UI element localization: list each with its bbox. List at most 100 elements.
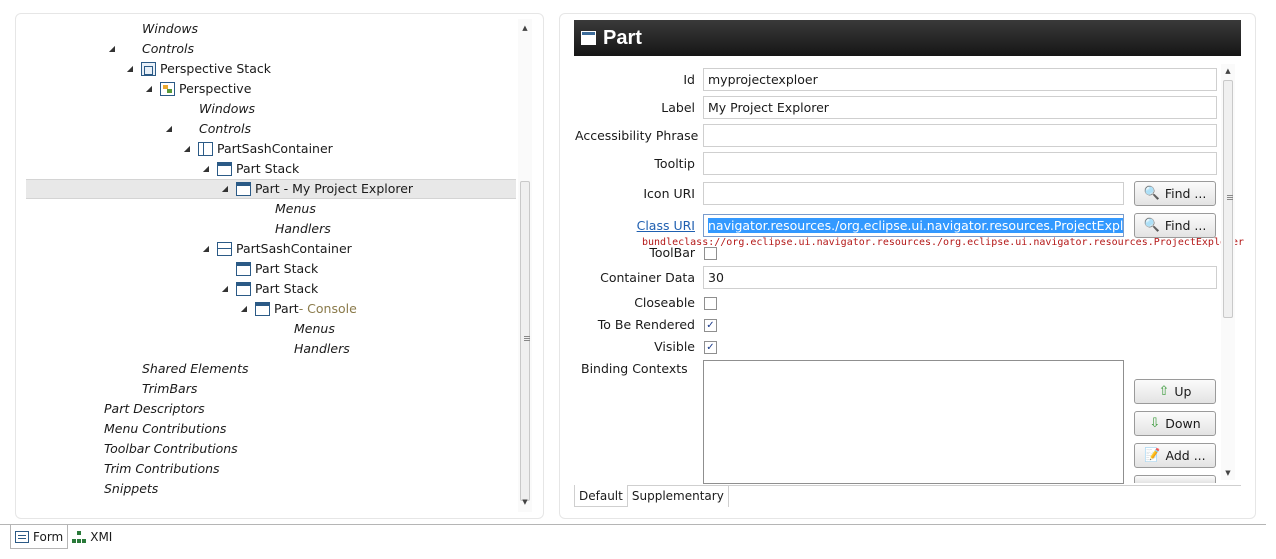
tree-item-label: Menus xyxy=(275,201,316,216)
tree-item-label: Part Stack xyxy=(255,281,319,296)
tree-item[interactable]: ◢ Part - Console xyxy=(239,299,357,319)
perspective-icon xyxy=(160,82,175,96)
tree-item[interactable]: Snippets xyxy=(69,479,158,499)
accessibility-phrase-field[interactable] xyxy=(703,124,1217,147)
partial-button[interactable] xyxy=(1134,475,1216,483)
tree-item[interactable]: Menu Contributions xyxy=(69,419,226,439)
expand-twisty-icon[interactable]: ◢ xyxy=(164,119,174,139)
tree-item-label: Windows xyxy=(142,21,199,36)
visible-label: Visible xyxy=(654,339,695,354)
class-uri-selected-text: navigator.resources./org.eclipse.ui.navi… xyxy=(708,218,1123,233)
tree-item[interactable]: ◢ Part Stack xyxy=(201,159,299,179)
tree-item[interactable]: Part Descriptors xyxy=(69,399,205,419)
scroll-down-arrow-icon[interactable]: ▼ xyxy=(1221,466,1235,480)
to-be-rendered-checkbox[interactable]: ✓ xyxy=(704,319,717,332)
tab-default[interactable]: Default xyxy=(574,485,628,507)
tree-item[interactable]: ◢ Controls xyxy=(164,119,251,139)
icon-uri-field[interactable] xyxy=(703,182,1124,205)
tree-item[interactable]: Trim Contributions xyxy=(69,459,220,479)
tree-item[interactable]: ◢ Controls xyxy=(107,39,194,59)
expand-twisty-icon[interactable]: ◢ xyxy=(220,279,230,299)
tree-item-label: PartSashContainer xyxy=(236,241,352,256)
tab-form-label: Form xyxy=(33,529,64,544)
expand-twisty-icon[interactable]: ◢ xyxy=(220,179,230,199)
tree-vertical-scrollbar[interactable]: ▲ ▼ xyxy=(518,19,532,512)
editor-vertical-scrollbar[interactable]: ▲ ▼ xyxy=(1221,64,1235,480)
tooltip-field[interactable] xyxy=(703,152,1217,175)
tree-item[interactable]: Shared Elements xyxy=(107,359,249,379)
label-field[interactable]: My Project Explorer xyxy=(703,96,1217,119)
tree-item[interactable]: Windows xyxy=(107,19,198,39)
tree-item[interactable]: Toolbar Contributions xyxy=(69,439,238,459)
part-icon xyxy=(236,182,251,196)
arrow-up-icon: ⇧ xyxy=(1158,384,1170,399)
accessibility-phrase-label: Accessibility Phrase xyxy=(575,128,699,143)
up-button[interactable]: ⇧ Up xyxy=(1134,379,1216,404)
tree-item[interactable]: Handlers xyxy=(240,219,331,239)
expand-twisty-icon[interactable]: ◢ xyxy=(201,159,211,179)
part-stack-icon xyxy=(217,162,232,176)
class-uri-find-button[interactable]: 🔍 Find ... xyxy=(1134,213,1216,238)
tree-item-label: Perspective xyxy=(179,81,252,96)
add-button-label: Add ... xyxy=(1165,448,1206,463)
scroll-up-arrow-icon[interactable]: ▲ xyxy=(518,21,532,35)
search-icon: 🔍 xyxy=(1143,186,1160,201)
search-icon: 🔍 xyxy=(1143,218,1160,233)
visible-checkbox[interactable]: ✓ xyxy=(704,341,717,354)
id-field[interactable]: myprojectexploer xyxy=(703,68,1217,91)
tree-item-label: Controls xyxy=(199,121,251,136)
expand-twisty-icon[interactable]: ◢ xyxy=(239,299,249,319)
icon-uri-find-button[interactable]: 🔍 Find ... xyxy=(1134,181,1216,206)
editor-scroll-thumb[interactable] xyxy=(1223,80,1233,318)
scroll-up-arrow-icon[interactable]: ▲ xyxy=(1221,64,1235,78)
tree-item[interactable]: Handlers xyxy=(259,339,350,359)
container-data-label: Container Data xyxy=(600,270,695,285)
expand-twisty-icon[interactable]: ◢ xyxy=(144,79,154,99)
tree-item-selected[interactable]: ◢ Part - My Project Explorer xyxy=(26,179,516,199)
bottom-tab-divider xyxy=(0,524,1266,525)
binding-contexts-list[interactable] xyxy=(703,360,1124,484)
scroll-grip-icon xyxy=(524,336,530,341)
tree-item-label: Toolbar Contributions xyxy=(104,441,238,456)
tab-xmi[interactable]: XMI xyxy=(68,525,116,549)
part-icon xyxy=(255,302,270,316)
expand-twisty-icon[interactable]: ◢ xyxy=(201,239,211,259)
part-icon xyxy=(581,31,596,45)
tree-item-label: Windows xyxy=(199,101,256,116)
tree-item[interactable]: ◢ Perspective Stack xyxy=(125,59,271,79)
tree-item-label: Controls xyxy=(142,41,194,56)
xmi-tree-icon xyxy=(72,531,87,543)
scroll-down-arrow-icon[interactable]: ▼ xyxy=(518,495,532,509)
tree-item-label: Part Stack xyxy=(236,161,300,176)
tree-item[interactable]: ◢ Part Stack xyxy=(220,279,318,299)
tree-item[interactable]: ◢ Perspective xyxy=(144,79,251,99)
tree-item-label: Part xyxy=(274,301,299,316)
class-uri-field[interactable]: navigator.resources./org.eclipse.ui.navi… xyxy=(703,214,1124,237)
tree-item[interactable]: Windows xyxy=(164,99,255,119)
add-button[interactable]: 📝 Add ... xyxy=(1134,443,1216,468)
expand-twisty-icon[interactable]: ◢ xyxy=(107,39,117,59)
expand-twisty-icon[interactable]: ◢ xyxy=(182,139,192,159)
tab-form[interactable]: Form xyxy=(10,525,69,549)
find-button-label: Find ... xyxy=(1164,218,1207,233)
label-label: Label xyxy=(661,100,695,115)
class-uri-link[interactable]: Class URI xyxy=(575,216,695,236)
tree-item-label: Part Stack xyxy=(255,261,319,276)
closeable-checkbox[interactable] xyxy=(704,297,717,310)
tree-item[interactable]: Part Stack xyxy=(220,259,318,279)
tree-scroll-thumb[interactable] xyxy=(520,181,530,501)
tree-item[interactable]: Menus xyxy=(240,199,316,219)
arrow-down-icon: ⇩ xyxy=(1149,416,1161,431)
tree-item[interactable]: TrimBars xyxy=(107,379,197,399)
icon-uri-label: Icon URI xyxy=(643,186,695,201)
tree-item[interactable]: ◢ PartSashContainer xyxy=(182,139,333,159)
toolbar-checkbox[interactable] xyxy=(704,247,717,260)
tab-supplementary[interactable]: Supplementary xyxy=(628,485,729,507)
container-data-field[interactable]: 30 xyxy=(703,266,1217,289)
part-stack-icon xyxy=(236,282,251,296)
tree-item[interactable]: ◢ PartSashContainer xyxy=(201,239,352,259)
expand-twisty-icon[interactable]: ◢ xyxy=(125,59,135,79)
tree-item-label: Menus xyxy=(294,321,335,336)
down-button[interactable]: ⇩ Down xyxy=(1134,411,1216,436)
tree-item[interactable]: Menus xyxy=(259,319,335,339)
